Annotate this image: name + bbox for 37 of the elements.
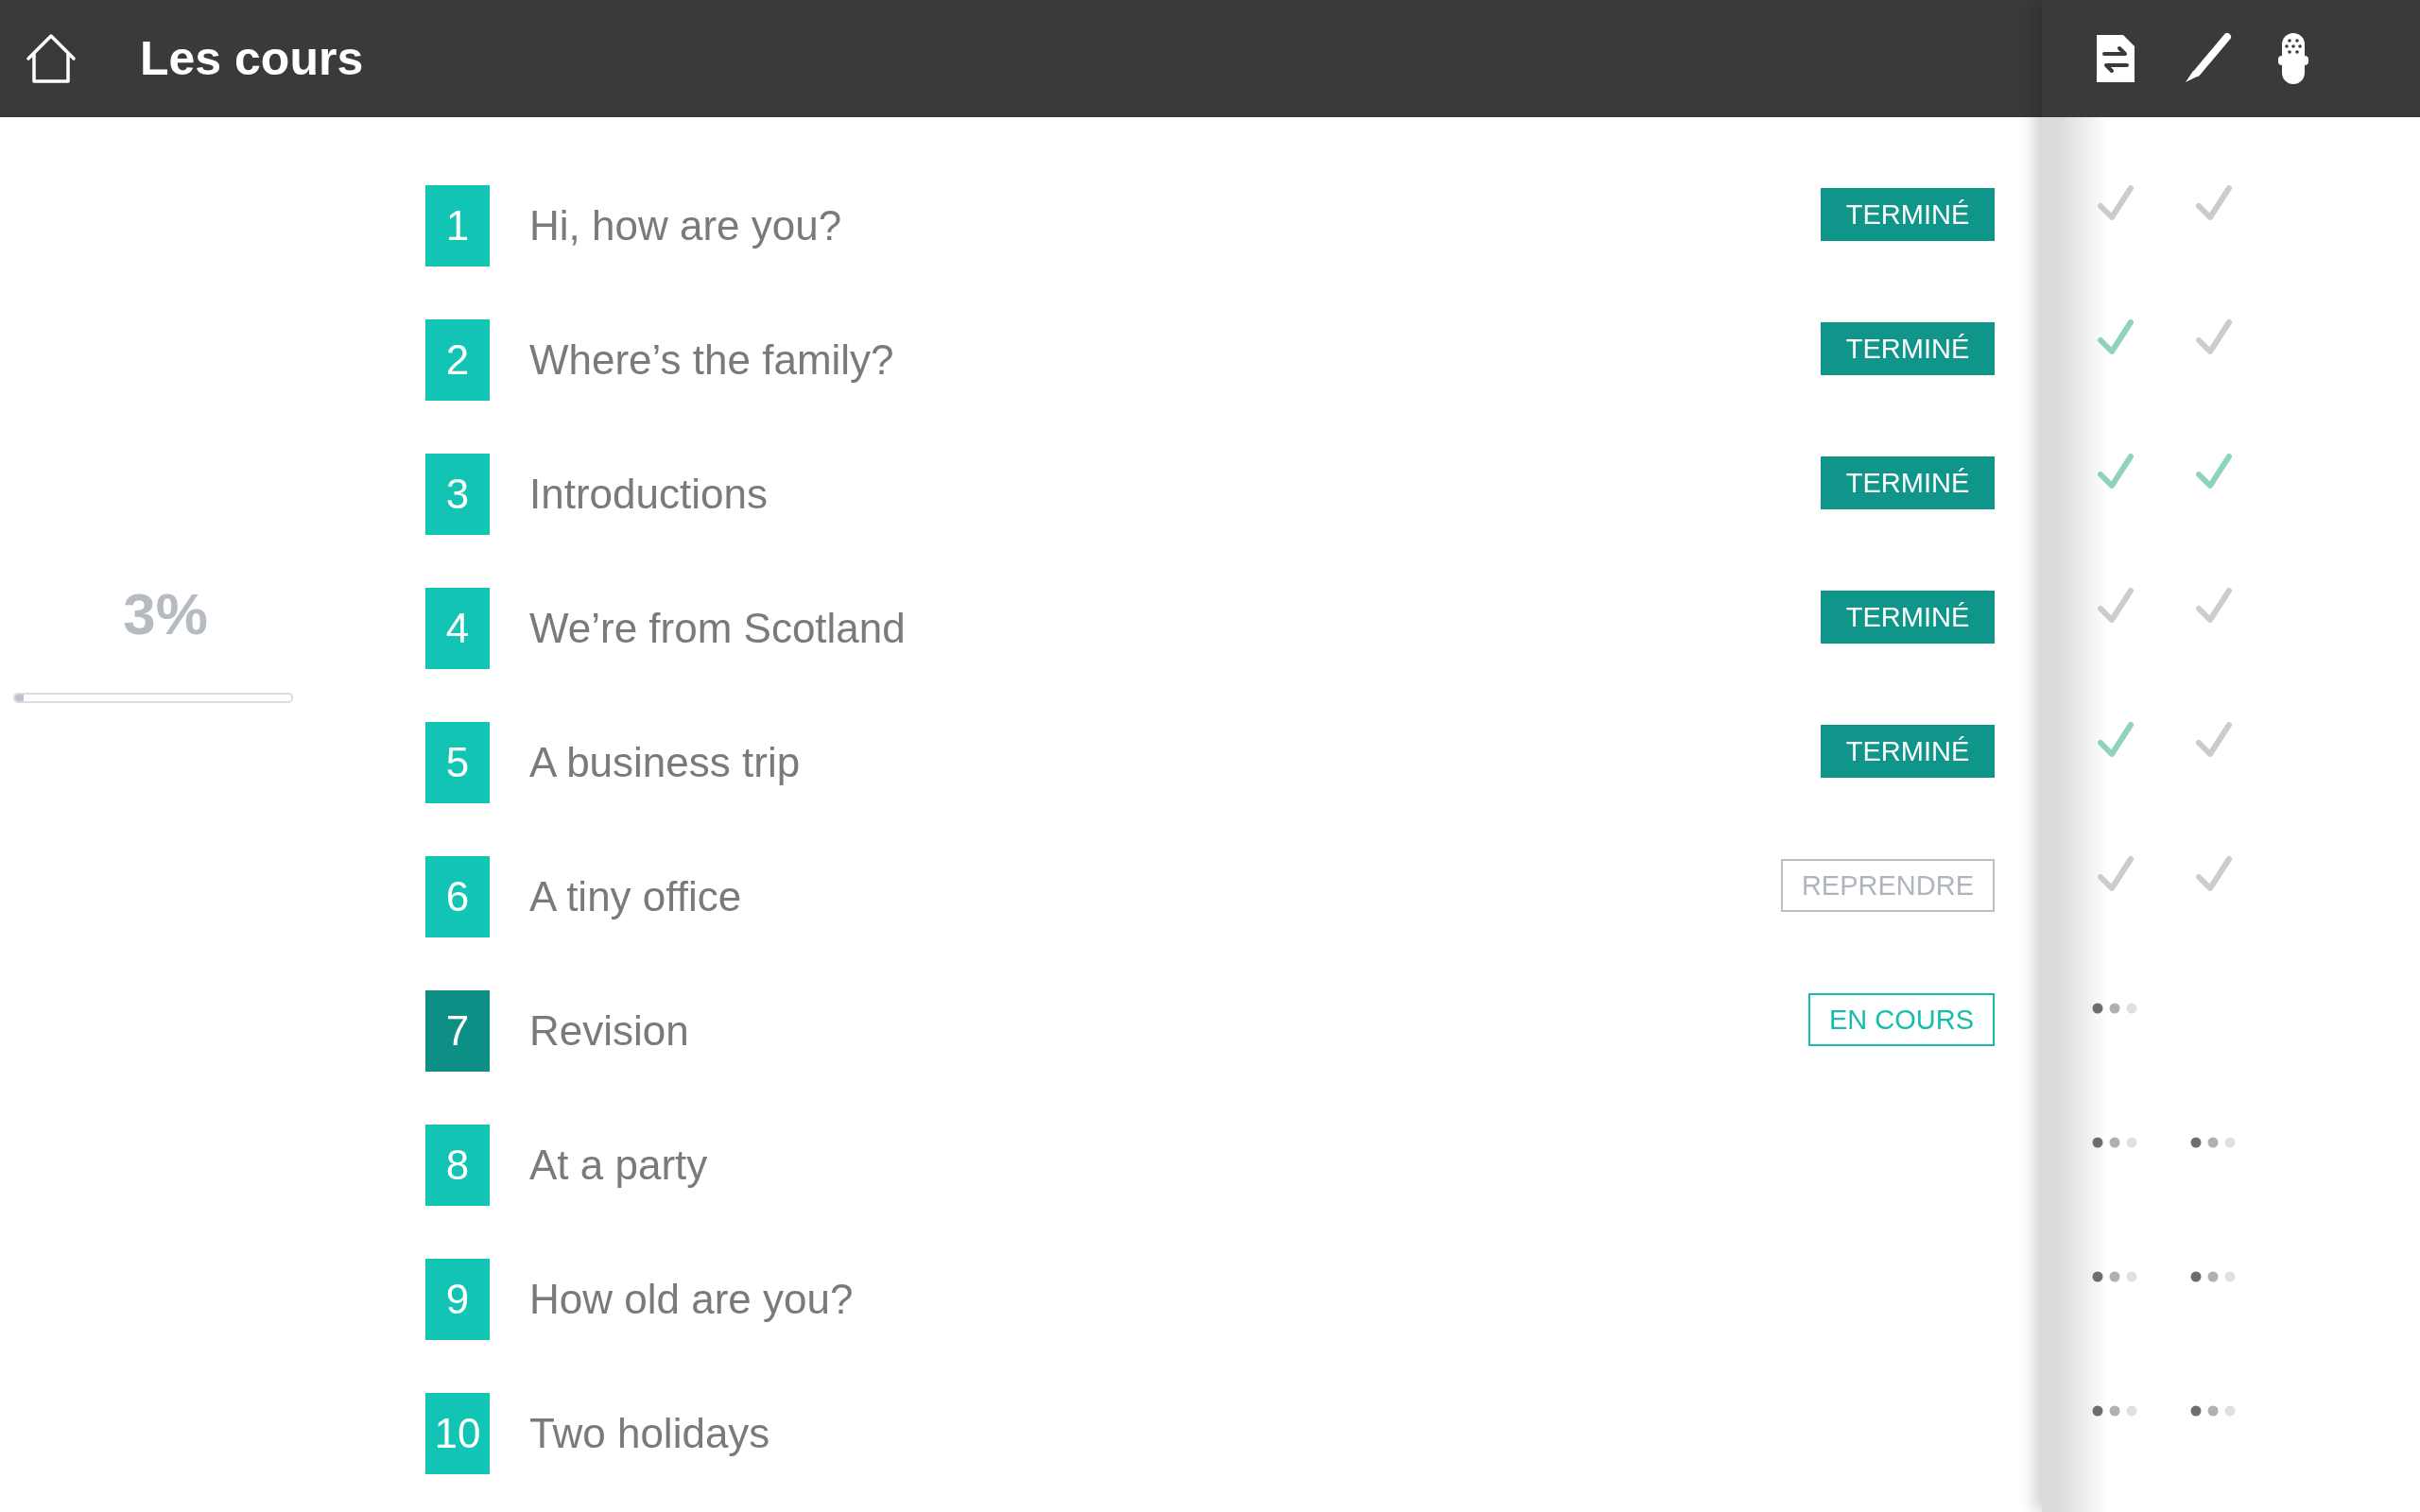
lesson-title[interactable]: A business trip: [529, 739, 1821, 786]
lesson-number: 3: [425, 454, 490, 535]
lesson-number: 6: [425, 856, 490, 937]
lesson-number: 10: [425, 1393, 490, 1474]
lesson-number: 1: [425, 185, 490, 266]
lesson-title[interactable]: How old are you?: [529, 1276, 1995, 1323]
ellipsis-icon: [2190, 1405, 2238, 1417]
ellipsis-icon: [2092, 1271, 2139, 1282]
lesson-title[interactable]: Introductions: [529, 471, 1821, 518]
microphone-icon[interactable]: [2278, 31, 2308, 86]
ellipsis-icon: [2092, 1405, 2139, 1417]
lesson-number: 7: [425, 990, 490, 1072]
ellipsis-icon: [2092, 1137, 2139, 1148]
status-button[interactable]: EN COURS: [1807, 993, 1995, 1046]
status-button[interactable]: TERMINÉ: [1821, 322, 1995, 375]
ellipsis-icon: [2190, 1137, 2238, 1148]
status-button[interactable]: TERMINÉ: [1821, 591, 1995, 644]
lesson-number: 2: [425, 319, 490, 401]
status-button[interactable]: TERMINÉ: [1821, 456, 1995, 509]
lesson-title[interactable]: Hi, how are you?: [529, 202, 1821, 249]
lesson-title[interactable]: We’re from Scotland: [529, 605, 1821, 652]
ellipsis-icon: [2092, 1003, 2139, 1014]
progress-percentage: 3%: [123, 580, 208, 647]
lesson-number: 5: [425, 722, 490, 803]
lesson-number: 9: [425, 1259, 490, 1340]
lesson-title[interactable]: At a party: [529, 1142, 1995, 1189]
lesson-title[interactable]: Where’s the family?: [529, 336, 1821, 384]
lesson-title[interactable]: Two holidays: [529, 1410, 1995, 1457]
document-swap-icon[interactable]: [2095, 33, 2136, 84]
lesson-number: 8: [425, 1125, 490, 1206]
ellipsis-icon: [2190, 1271, 2238, 1282]
status-button[interactable]: TERMINÉ: [1821, 188, 1995, 241]
page-title: Les cours: [140, 31, 364, 86]
lesson-number: 4: [425, 588, 490, 669]
lesson-title[interactable]: Revision: [529, 1007, 1808, 1055]
status-button[interactable]: TERMINÉ: [1821, 725, 1995, 778]
lesson-title[interactable]: A tiny office: [529, 873, 1781, 920]
